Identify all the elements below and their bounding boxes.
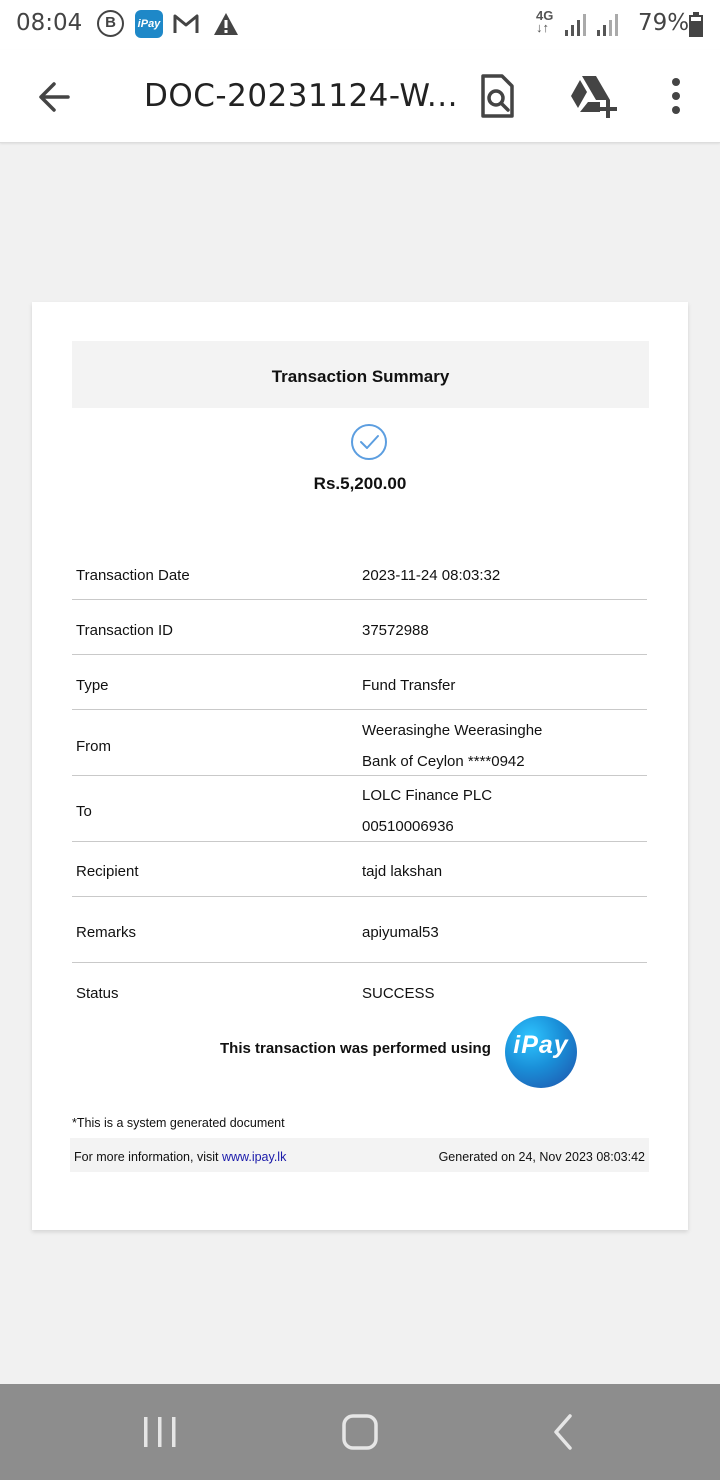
battery-percent: 79% — [638, 10, 690, 36]
app-bar: DOC-20231124-W... — [0, 50, 720, 143]
add-to-drive-icon[interactable] — [566, 72, 618, 120]
detail-row: Remarks apiyumal53 — [72, 897, 647, 963]
warning-icon — [214, 13, 238, 35]
transaction-details: Transaction Date 2023-11-24 08:03:32 Tra… — [72, 545, 647, 1013]
row-value: Fund Transfer — [362, 677, 456, 694]
footer-info: For more information, visit www.ipay.lk — [74, 1150, 286, 1164]
document-title: DOC-20231124-W... — [144, 78, 458, 114]
navigation-bar — [0, 1384, 720, 1480]
transaction-amount: Rs.5,200.00 — [313, 474, 407, 493]
gmail-icon — [173, 14, 199, 33]
row-value: SUCCESS — [362, 985, 435, 1002]
home-icon[interactable] — [341, 1414, 379, 1450]
signal-icon — [565, 14, 586, 36]
row-label: Type — [76, 677, 109, 694]
back-icon[interactable] — [548, 1412, 578, 1452]
check-circle-icon — [351, 424, 387, 460]
battery-icon — [689, 12, 703, 37]
back-arrow-icon[interactable] — [30, 74, 80, 120]
row-value-secondary: Bank of Ceylon ****0942 — [362, 753, 525, 770]
detail-row: To LOLC Finance PLC 00510006936 — [72, 776, 647, 842]
footer-link[interactable]: www.ipay.lk — [222, 1150, 286, 1164]
ipay-icon: iPay — [135, 10, 163, 38]
b-icon: B — [97, 10, 124, 37]
footer-prefix: For more information, visit — [74, 1150, 219, 1164]
status-bar: 08:04 B iPay 4G ↓↑ 79% — [0, 0, 720, 50]
row-value: tajd lakshan — [362, 863, 443, 880]
row-label: Status — [76, 985, 119, 1002]
row-value-secondary: 00510006936 — [362, 818, 454, 835]
ipay-logo-text: iPay — [513, 1031, 569, 1059]
find-in-page-icon[interactable] — [474, 72, 520, 120]
document-page: Transaction Summary Rs.5,200.00 Transact… — [32, 302, 688, 1230]
network-type: 4G ↓↑ — [536, 8, 554, 35]
detail-row: Type Fund Transfer — [72, 655, 647, 710]
row-label: Remarks — [76, 924, 137, 941]
row-value: Weerasinghe Weerasinghe — [362, 722, 543, 739]
row-value: 37572988 — [362, 622, 429, 639]
row-value: LOLC Finance PLC — [362, 787, 493, 804]
row-label: Transaction ID — [76, 622, 173, 639]
more-vert-icon[interactable] — [662, 72, 690, 120]
system-generated-note: *This is a system generated document — [72, 1116, 285, 1130]
detail-row: From Weerasinghe Weerasinghe Bank of Cey… — [72, 710, 647, 776]
row-label: Recipient — [76, 863, 139, 880]
status-time: 08:04 — [16, 10, 83, 36]
ipay-logo: iPay — [505, 1016, 577, 1088]
detail-row: Recipient tajd lakshan — [72, 842, 647, 897]
document-footer: For more information, visit www.ipay.lk … — [70, 1138, 649, 1172]
recent-apps-icon[interactable] — [140, 1414, 180, 1450]
row-value: apiyumal53 — [362, 924, 439, 941]
row-label: Transaction Date — [76, 567, 190, 584]
signal-icon-2 — [597, 14, 618, 36]
row-label: To — [76, 803, 92, 820]
row-value: 2023-11-24 08:03:32 — [362, 567, 501, 584]
row-label: From — [76, 738, 111, 755]
performed-using-text: This transaction was performed using — [220, 1040, 491, 1057]
generated-timestamp: Generated on 24, Nov 2023 08:03:42 — [438, 1150, 645, 1164]
detail-row: Status SUCCESS — [72, 963, 647, 1013]
summary-header: Transaction Summary — [72, 341, 649, 408]
detail-row: Transaction ID 37572988 — [72, 600, 647, 655]
detail-row: Transaction Date 2023-11-24 08:03:32 — [72, 545, 647, 600]
